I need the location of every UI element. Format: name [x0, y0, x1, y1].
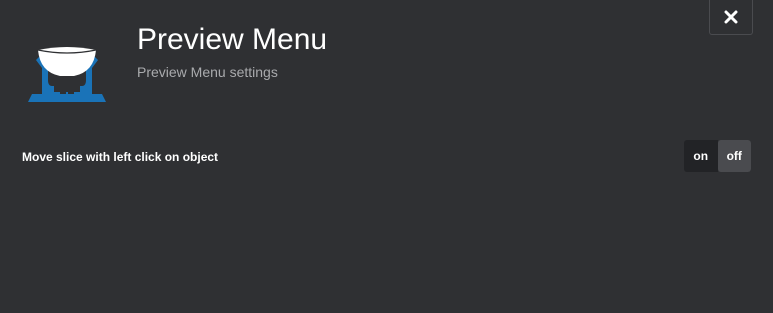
close-button[interactable]	[709, 0, 753, 35]
close-icon	[724, 10, 738, 24]
toggle-on-button[interactable]: on	[684, 140, 718, 172]
page-title: Preview Menu	[137, 23, 328, 56]
preview-menu-dialog: Preview Menu Preview Menu settings Move …	[0, 0, 773, 313]
page-subtitle: Preview Menu settings	[137, 64, 278, 80]
toggle-off-button[interactable]: off	[717, 140, 751, 172]
printer-bed-icon	[28, 47, 106, 102]
move-slice-toggle[interactable]: on off	[684, 140, 751, 172]
setting-label-move-slice: Move slice with left click on object	[22, 150, 219, 164]
